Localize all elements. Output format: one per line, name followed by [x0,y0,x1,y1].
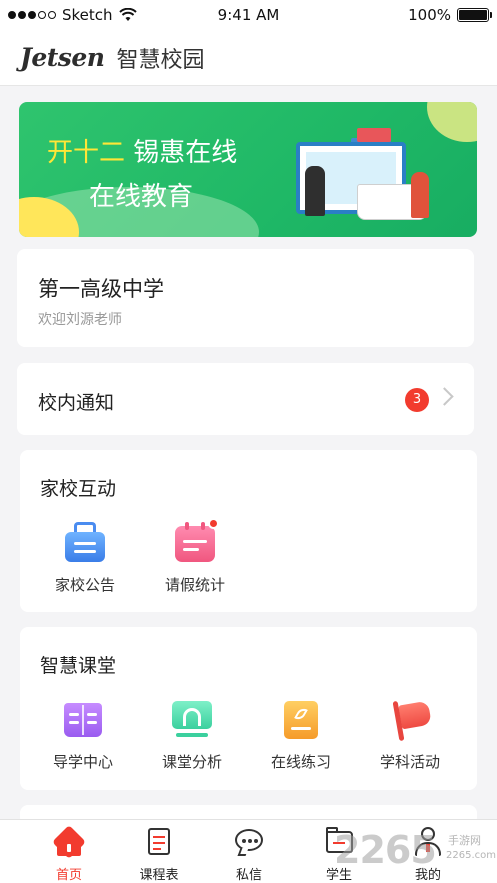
guide-book-icon [61,697,105,741]
battery-icon [457,8,492,22]
section-title: 家校互动 [40,478,117,500]
battery-percentage: 100% [408,6,451,24]
banner-subline: 在线教育 [89,182,194,212]
tab-profile[interactable]: 我的 [393,826,463,883]
notification-dot [208,518,219,529]
bottom-tab-bar: 首页 课程表 私信 学生 我的 [0,819,497,883]
jetsen-logo: Jetsen [20,43,105,72]
section-title: 智慧课堂 [40,655,117,677]
app-title: 智慧校园 [116,47,205,73]
tab-profile-label: 我的 [414,868,441,883]
classroom-analysis-label: 课堂分析 [161,753,222,771]
notice-title: 校内通知 [38,392,115,414]
leave-statistics-label: 请假统计 [164,576,225,594]
profile-icon [412,826,444,858]
banner-headline-rest: 锡惠在线 [125,138,238,168]
subject-activity-item[interactable]: 学科活动 [355,697,465,772]
app-header: Jetsen 智慧校园 [0,30,497,86]
tab-home[interactable]: 首页 [34,825,104,883]
message-icon [233,826,265,858]
school-name: 第一高级中学 [38,277,164,301]
banner-student-illustration [305,166,325,216]
tab-schedule[interactable]: 课程表 [124,826,194,883]
flag-icon [388,697,432,742]
school-notice-row[interactable]: 校内通知 3 [17,363,474,435]
school-card[interactable]: 第一高级中学 欢迎刘源老师 [17,249,474,347]
announcement-label: 家校公告 [54,576,115,594]
schedule-icon [143,826,175,858]
chevron-right-icon [435,387,454,406]
banner-headline: 开十二 锡惠在线 [47,132,237,169]
leave-calendar-icon [173,518,219,564]
subject-activity-label: 学科活动 [379,753,440,771]
tab-messages-label: 私信 [235,868,262,883]
unread-badge: 3 [405,388,429,412]
welcome-text: 欢迎刘源老师 [38,312,122,328]
announcement-item[interactable]: 家校公告 [30,520,140,595]
tab-home-label: 首页 [55,868,82,883]
classroom-monitor-icon [170,697,214,741]
home-school-interaction-section: 家校互动 家校公告 请假统计 [20,450,477,612]
online-practice-item[interactable]: 在线练习 [246,697,356,772]
banner-teacher-illustration [411,172,429,218]
tab-students-label: 学生 [325,868,352,883]
classroom-analysis-item[interactable]: 课堂分析 [137,697,247,772]
status-bar: Sketch 9:41 AM 100% [0,0,497,30]
announcement-icon [63,520,107,564]
guide-center-item[interactable]: 导学中心 [28,697,138,772]
practice-notebook-icon [279,697,323,741]
tab-schedule-label: 课程表 [139,868,179,883]
online-practice-label: 在线练习 [270,753,331,771]
promo-banner[interactable]: 开十二 锡惠在线 在线教育 [19,102,477,237]
guide-center-label: 导学中心 [52,753,113,771]
smart-classroom-section: 智慧课堂 导学中心 课堂分析 在线练习 学科活动 [20,627,477,790]
tab-messages[interactable]: 私信 [214,826,284,883]
home-icon [52,825,86,859]
leave-statistics-item[interactable]: 请假统计 [140,518,250,595]
banner-highlight: 开十二 [47,138,126,168]
tab-students[interactable]: 学生 [304,826,374,883]
folder-icon [323,826,355,858]
